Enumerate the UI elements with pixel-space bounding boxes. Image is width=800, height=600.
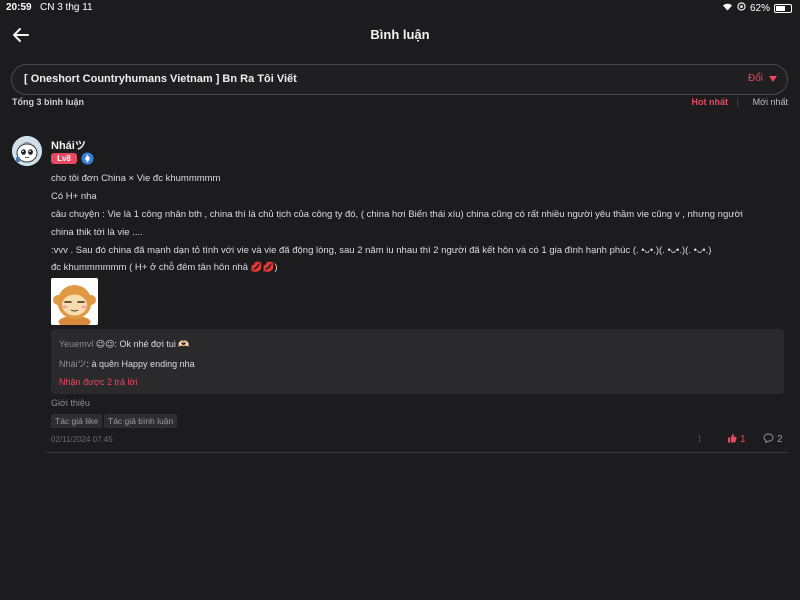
sort-hot-tab[interactable]: Hot nhất bbox=[692, 97, 729, 107]
comment-line: Có H+ nha bbox=[51, 191, 97, 202]
reply-item: Nháiツ: à quên Happy ending nha bbox=[59, 357, 195, 370]
reply-username: Yeuemvl bbox=[59, 339, 94, 349]
reply-item: Yeuemvl 😉😉: Ok nhé đợi tui 🫶🏻 bbox=[59, 339, 190, 350]
author-comment-tag: Tác giả bình luận bbox=[104, 414, 178, 428]
wifi-icon bbox=[722, 2, 733, 14]
battery-icon bbox=[774, 3, 792, 13]
battery-percent: 62% bbox=[749, 2, 770, 14]
comment-line: đc khummmmmm ( H+ ở chỗ đêm tân hôn nhâ … bbox=[51, 262, 278, 273]
change-story-button[interactable]: Đổi bbox=[748, 73, 777, 84]
comment-line: cho tôi đơn China × Vie đc khummmmm bbox=[51, 173, 221, 184]
replies-preview[interactable]: Yeuemvl 😉😉: Ok nhé đợi tui 🫶🏻 Nháiツ: à q… bbox=[51, 329, 784, 394]
view-replies-link[interactable]: Nhận được 2 trả lời bbox=[59, 377, 137, 387]
caret-down-icon bbox=[769, 75, 777, 82]
thumbs-up-icon bbox=[727, 433, 737, 446]
reply-text: 😉😉: Ok nhé đợi tui 🫶🏻 bbox=[93, 339, 190, 349]
story-selector[interactable]: [ Oneshort Countryhumans Vietnam ] Bn Ra… bbox=[11, 64, 788, 95]
comment-line: china thik tới là vie .... bbox=[51, 227, 143, 238]
author-like-tag: Tác giả like bbox=[51, 414, 102, 428]
intro-label: Giới thiệu bbox=[51, 398, 90, 408]
more-options-icon[interactable]: ⁝ bbox=[698, 434, 704, 446]
reply-username: Nháiツ bbox=[59, 359, 87, 369]
sort-row: Tổng 3 bình luận Hot nhất | Mới nhất bbox=[12, 97, 788, 111]
reply-button[interactable]: 2 bbox=[763, 433, 783, 446]
reply-text: : à quên Happy ending nha bbox=[86, 359, 195, 369]
comment-line: câu chuyện : Vie là 1 công nhân bth , ch… bbox=[51, 209, 743, 220]
comment-bubble-icon bbox=[763, 433, 774, 446]
like-count: 1 bbox=[740, 434, 746, 445]
total-comments-label: Tổng 3 bình luận bbox=[12, 97, 84, 107]
comment-username[interactable]: Nháiツ bbox=[51, 137, 86, 153]
page-title: Bình luận bbox=[370, 27, 430, 42]
status-right: 62% bbox=[722, 2, 792, 14]
verified-icon bbox=[81, 152, 94, 165]
sort-divider: | bbox=[736, 97, 739, 107]
reply-count: 2 bbox=[777, 434, 783, 445]
sort-new-tab[interactable]: Mới nhất bbox=[753, 97, 788, 107]
comment-line: :vvv . Sau đó china đã mạnh dạn tỏ tình … bbox=[51, 245, 712, 256]
nav-header: Bình luận bbox=[0, 18, 800, 54]
status-bar: 20:59 CN 3 thg 11 62% bbox=[0, 0, 800, 16]
like-button[interactable]: 1 bbox=[727, 433, 746, 446]
status-time: 20:59 bbox=[6, 2, 32, 13]
avatar-image bbox=[12, 136, 42, 166]
avatar[interactable] bbox=[12, 136, 42, 166]
comment-timestamp: 02/11/2024 07:45 bbox=[51, 435, 113, 444]
level-badge: Lv8 bbox=[51, 153, 77, 164]
orientation-lock-icon bbox=[737, 2, 746, 14]
status-date: CN 3 thg 11 bbox=[40, 2, 93, 13]
story-title: [ Oneshort Countryhumans Vietnam ] Bn Ra… bbox=[24, 73, 297, 85]
change-label: Đổi bbox=[747, 73, 763, 84]
comment-divider bbox=[45, 452, 788, 453]
monkey-sticker-image[interactable] bbox=[51, 278, 98, 325]
